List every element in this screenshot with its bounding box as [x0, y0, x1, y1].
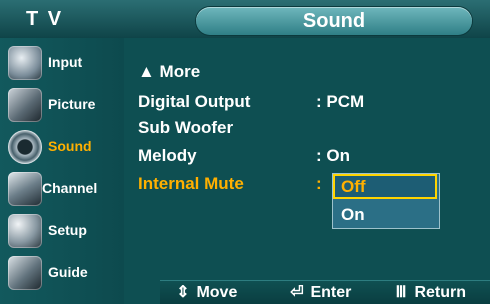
sound-icon	[8, 130, 42, 164]
sidebar-item-channel[interactable]: Channel	[4, 168, 122, 210]
hint-enter: ⏎ Enter	[288, 281, 351, 304]
sidebar-item-label: Guide	[48, 264, 88, 280]
sidebar-item-picture[interactable]: Picture	[4, 84, 122, 126]
option-on[interactable]: On	[333, 201, 439, 228]
move-arrows-icon: ⇕	[176, 284, 190, 301]
setup-icon	[8, 214, 42, 248]
return-icon: Ⅲ	[395, 284, 407, 301]
enter-icon: ⏎	[290, 284, 304, 301]
input-icon	[8, 46, 42, 80]
hint-return-label: Return	[414, 284, 467, 301]
hint-move-label: Move	[196, 284, 238, 301]
sidebar-item-label: Sound	[48, 138, 92, 154]
guide-icon	[8, 256, 42, 290]
footer-hints: ⇕ Move ⏎ Enter Ⅲ Return	[160, 280, 490, 304]
page-title: Sound	[196, 7, 472, 35]
menu-item-value: :	[316, 174, 322, 193]
more-label: ▲ More	[138, 62, 201, 81]
channel-icon	[8, 172, 42, 206]
menu-item-label: Internal Mute	[138, 174, 244, 193]
sidebar-item-label: Setup	[48, 222, 87, 238]
internal-mute-dropdown: Off On	[333, 174, 439, 228]
sidebar-item-input[interactable]: Input	[4, 42, 122, 84]
menu-item-label: Sub Woofer	[138, 118, 234, 137]
hint-move: ⇕ Move	[174, 281, 237, 304]
menu-item-value: : On	[316, 146, 350, 165]
sidebar-item-setup[interactable]: Setup	[4, 210, 122, 252]
sidebar-item-label: Picture	[48, 96, 96, 112]
menu-item-label: Melody	[138, 146, 197, 165]
sidebar-item-label: Input	[48, 54, 83, 70]
top-bar: T V Sound	[0, 0, 490, 38]
sidebar-item-sound[interactable]: Sound	[4, 126, 122, 168]
option-off[interactable]: Off	[333, 174, 437, 199]
sidebar-item-guide[interactable]: Guide	[4, 252, 122, 294]
tv-osd-screen: T V Sound Input Picture Sound Channel Se…	[0, 0, 490, 304]
menu-item-label: Digital Output	[138, 92, 251, 111]
tv-label: T V	[26, 8, 64, 30]
hint-enter-label: Enter	[310, 284, 352, 301]
menu-item-value: : PCM	[316, 92, 365, 111]
hint-return: Ⅲ Return	[392, 281, 466, 304]
sidebar-item-label: Channel	[42, 180, 98, 196]
sidebar: Input Picture Sound Channel Setup Guide	[0, 38, 124, 304]
picture-icon	[8, 88, 42, 122]
